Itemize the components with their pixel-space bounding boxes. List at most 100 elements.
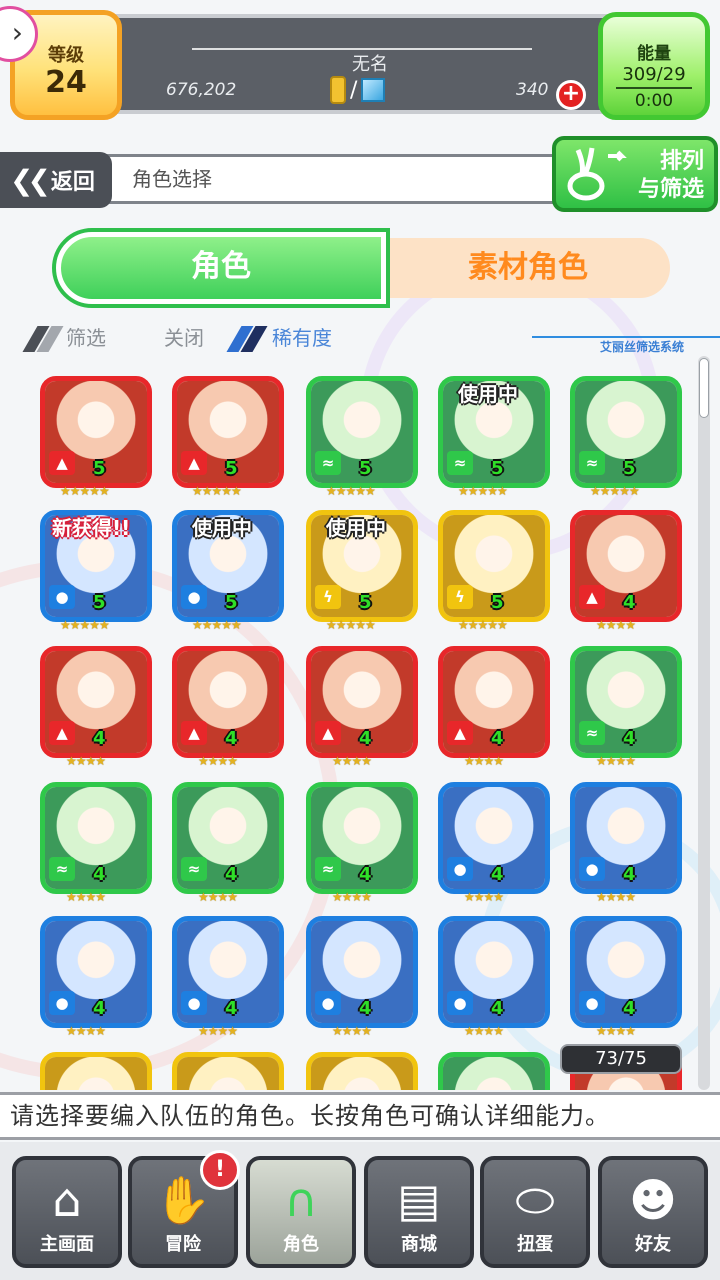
character-card[interactable]: ≈ (438, 1052, 550, 1090)
character-card[interactable]: ≈4 ★★★★ (306, 782, 418, 904)
filter-label[interactable]: 筛选 (66, 322, 106, 351)
egg-icon: ⬭ (515, 1173, 555, 1227)
character-card[interactable]: ≈4 ★★★★ (172, 782, 284, 904)
nav-characters[interactable]: ∩ 角色 (246, 1156, 356, 1268)
card-frame: ϟ (306, 1052, 418, 1090)
rarity-stars: ★★★★ (66, 1024, 106, 1038)
character-card[interactable]: ● 4 ★★★★ (438, 916, 550, 1038)
rarity-stars: ★★★★ (464, 754, 504, 768)
rarity-stars: ★★★★ (198, 890, 238, 904)
filter-state[interactable]: 关闭 (164, 322, 204, 351)
card-frame: ▲ 4 (306, 646, 418, 758)
energy-divider (616, 87, 692, 89)
rank-number: 5 (93, 458, 106, 479)
tab-material-characters[interactable]: 素材角色 (386, 238, 670, 298)
nav-home[interactable]: ⌂ 主画面 (12, 1156, 122, 1268)
scrollbar-thumb[interactable] (699, 358, 709, 418)
character-card[interactable]: ▲ 4 ★★★★ (438, 646, 550, 768)
character-card[interactable]: ϟ 5 ★★★★★ (438, 510, 550, 632)
page-title: 角色选择 (104, 154, 584, 204)
character-card[interactable]: ● 4 ★★★★ (570, 782, 682, 904)
drop-icon: ● (579, 857, 605, 881)
rank-number: 5 (225, 592, 238, 613)
tab-bar: 素材角色 角色 (52, 228, 670, 308)
drop-icon: ● (579, 991, 605, 1015)
rank-number: 4 (359, 998, 372, 1019)
rank-number: 5 (359, 458, 372, 479)
wind-icon: ≈ (579, 451, 605, 475)
roster-count-badge: 73/75 (560, 1044, 682, 1074)
nav-gacha[interactable]: ⬭ 扭蛋 (480, 1156, 590, 1268)
character-portrait (311, 1057, 413, 1090)
drop-icon: ● (49, 991, 75, 1015)
rank-number: 4 (623, 864, 636, 885)
wind-icon: ≈ (315, 451, 341, 475)
character-card[interactable]: ϟ (306, 1052, 418, 1090)
character-card[interactable]: ≈5 ★★★★★ (306, 376, 418, 498)
character-card[interactable]: ● 4 ★★★★ (40, 916, 152, 1038)
flame-icon: ▲ (315, 721, 341, 745)
character-card[interactable]: ● 4 ★★★★ (306, 916, 418, 1038)
card-frame: ≈5 (306, 376, 418, 488)
drop-icon: ● (181, 991, 207, 1015)
rarity-stars: ★★★★★ (192, 484, 242, 498)
character-card[interactable]: ▲ 5 ★★★★★ (40, 376, 152, 498)
character-card[interactable]: ● 5 ★★★★★ 新获得!! (40, 510, 152, 632)
character-card[interactable]: ϟ (172, 1052, 284, 1090)
character-card[interactable]: ▲ 4 ★★★★ (172, 646, 284, 768)
character-card[interactable]: ≈4 ★★★★ (40, 782, 152, 904)
character-card[interactable]: ● 4 ★★★★ (570, 916, 682, 1038)
character-card[interactable]: ϟ (40, 1052, 152, 1090)
character-card[interactable]: ▲ 4 ★★★★ (40, 646, 152, 768)
money-value: 676,202 (166, 80, 237, 100)
nav-shop[interactable]: ▤ 商城 (364, 1156, 474, 1268)
rarity-stars: ★★★★ (198, 754, 238, 768)
rarity-stars: ★★★★★ (60, 484, 110, 498)
sort-filter-button[interactable]: 排列 与筛选 (552, 136, 718, 212)
gem-icon (361, 78, 386, 102)
tab-characters[interactable]: 角色 (52, 228, 390, 308)
rank-number: 4 (359, 864, 372, 885)
character-card[interactable]: ▲ 4 ★★★★ (570, 510, 682, 632)
rarity-stars: ★★★★ (332, 754, 372, 768)
card-frame: ▲ 5 (40, 376, 152, 488)
card-frame: ▲ 4 (40, 646, 152, 758)
nav-label: 扭蛋 (517, 1234, 553, 1255)
grid-scrollbar[interactable] (698, 356, 710, 1090)
character-portrait (443, 1057, 545, 1090)
in-use-badge: 使用中 (458, 382, 518, 406)
add-gem-button[interactable]: + (556, 80, 586, 110)
rank-number: 4 (93, 864, 106, 885)
character-card[interactable]: ▲ 4 ★★★★ (306, 646, 418, 768)
character-card[interactable]: ≈5 ★★★★★ 使用中 (438, 376, 550, 498)
rarity-stars: ★★★★ (596, 1024, 636, 1038)
rarity-stars: ★★★★★ (192, 618, 242, 632)
character-card[interactable]: ≈4 ★★★★ (570, 646, 682, 768)
rarity-sort-label[interactable]: 稀有度 (272, 322, 332, 351)
character-card[interactable]: ≈5 ★★★★★ (570, 376, 682, 498)
character-card[interactable]: ▲ 5 ★★★★★ (172, 376, 284, 498)
wind-icon: ≈ (49, 857, 75, 881)
card-frame: ● 4 (306, 916, 418, 1028)
rabbit-icon: ∩ (284, 1173, 318, 1227)
energy-value: 309/29 (622, 64, 686, 85)
nav-friends[interactable]: ☻ 好友 (598, 1156, 708, 1268)
rank-number: 4 (491, 864, 504, 885)
character-card[interactable]: ● 4 ★★★★ (172, 916, 284, 1038)
energy-box[interactable]: 能量 309/29 0:00 (598, 12, 710, 120)
drop-icon: ● (447, 991, 473, 1015)
instruction-text: 请选择要编入队伍的角色。长按角色可确认详细能力。 (0, 1092, 720, 1140)
player-name: 无名 (352, 54, 388, 75)
rank-number: 4 (225, 728, 238, 749)
flame-icon: ▲ (579, 585, 605, 609)
character-card[interactable]: ● 5 ★★★★★ 使用中 (172, 510, 284, 632)
home-icon: ⌂ (52, 1173, 82, 1227)
drop-icon: ● (447, 857, 473, 881)
back-button[interactable]: ❮❮ 返回 (0, 152, 112, 208)
rank-number: 5 (93, 592, 106, 613)
character-card[interactable]: ● 4 ★★★★ (438, 782, 550, 904)
drop-icon: ● (315, 991, 341, 1015)
rank-number: 4 (623, 998, 636, 1019)
rank-number: 5 (623, 458, 636, 479)
character-card[interactable]: ϟ 5 ★★★★★ 使用中 (306, 510, 418, 632)
